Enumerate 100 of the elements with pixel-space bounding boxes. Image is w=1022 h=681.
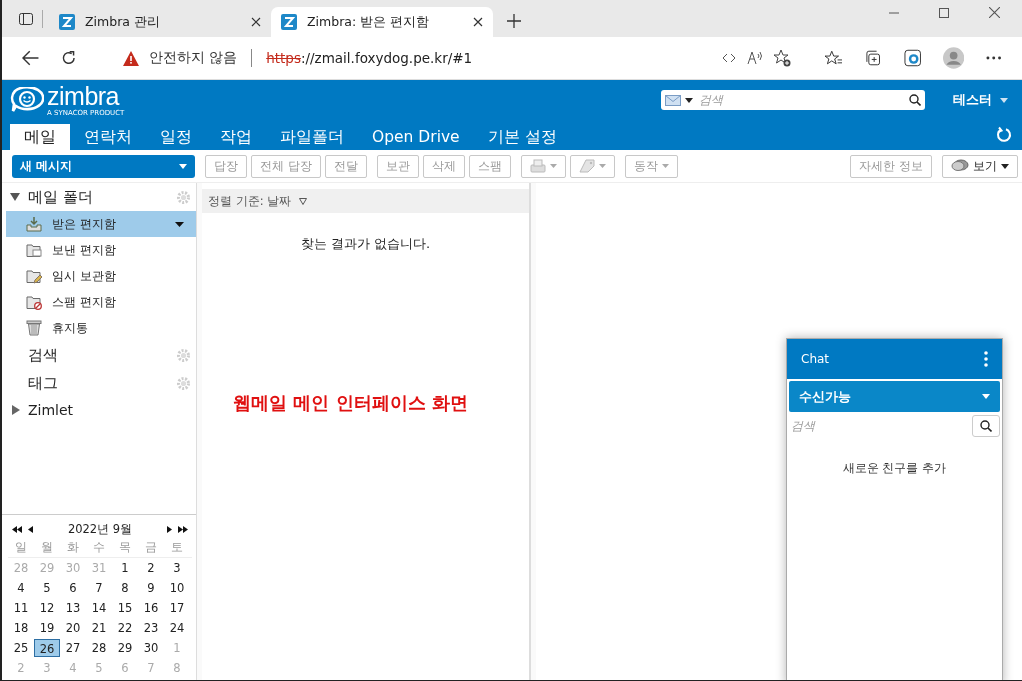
back-icon[interactable] <box>22 50 40 66</box>
expanded-triangle-icon[interactable] <box>10 192 20 202</box>
weekday-label: 일 <box>14 539 28 555</box>
search-field[interactable]: 검색 <box>661 90 925 110</box>
add-friend-link[interactable]: 새로운 친구를 추가 <box>842 460 947 477</box>
view-menu-button[interactable]: 보기 <box>942 154 1018 178</box>
folder-item[interactable]: 보낸 편지함 <box>6 237 196 263</box>
collections-icon[interactable] <box>864 49 882 67</box>
calendar-day[interactable]: 18 <box>8 619 34 637</box>
search-icon[interactable] <box>909 94 921 106</box>
calendar-day[interactable]: 7 <box>86 579 112 597</box>
calendar-day[interactable]: 25 <box>8 639 34 657</box>
status-dropdown[interactable]: 수신가능 <box>789 381 1000 412</box>
calendar-day[interactable]: 16 <box>138 599 164 617</box>
calendar-day[interactable]: 9 <box>138 579 164 597</box>
sort-label[interactable]: 정렬 기준: 날짜 <box>208 193 292 209</box>
folder-item[interactable]: 휴지통 <box>6 315 196 341</box>
profile-avatar-icon[interactable] <box>943 47 965 69</box>
calendar-day[interactable]: 23 <box>138 619 164 637</box>
nav-tab[interactable]: 파일폴더 <box>266 124 358 150</box>
calendar-day[interactable]: 30 <box>138 639 164 657</box>
section-heading[interactable]: 태그 <box>28 373 58 393</box>
nav-tab[interactable]: Open Drive <box>358 124 474 150</box>
nav-tab[interactable]: 연락처 <box>70 124 146 150</box>
calendar-day[interactable]: 26 <box>34 639 60 657</box>
new-tab-icon[interactable] <box>507 14 521 28</box>
tag-icon <box>578 159 595 173</box>
weekday-label: 금 <box>144 539 158 555</box>
calendar-day[interactable]: 5 <box>34 579 60 597</box>
caret-icon <box>598 164 606 168</box>
calendar-day[interactable]: 4 <box>8 579 34 597</box>
calendar-day[interactable]: 29 <box>112 639 138 657</box>
section-heading[interactable]: Zimlet <box>28 402 74 418</box>
tab-actions-icon[interactable] <box>18 11 34 27</box>
star-add-icon[interactable] <box>772 49 791 67</box>
user-menu[interactable]: 테스터 <box>947 91 1014 109</box>
calendar-day[interactable]: 1 <box>112 559 138 577</box>
search-button[interactable] <box>972 415 1000 437</box>
calendar-day[interactable]: 2 <box>138 559 164 577</box>
envelope-icon <box>665 94 681 106</box>
calendar-day[interactable]: 17 <box>164 599 190 617</box>
nav-tab[interactable]: 일정 <box>146 124 206 150</box>
calendar-day[interactable]: 27 <box>60 639 86 657</box>
caret-icon <box>1000 97 1008 103</box>
calendar-day[interactable]: 19 <box>34 619 60 637</box>
calendar-day[interactable]: 8 <box>112 579 138 597</box>
new-message-button[interactable]: 새 메시지 <box>12 154 195 178</box>
weekday-label: 목 <box>118 539 132 555</box>
browser-tab[interactable]: Zimbra 관리 <box>49 7 271 37</box>
calendar-day[interactable]: 15 <box>112 599 138 617</box>
calendar-day[interactable]: 12 <box>34 599 60 617</box>
folder-name: 받은 편지함 <box>52 215 116 233</box>
caret-icon[interactable] <box>175 221 184 227</box>
read-aloud-icon[interactable] <box>746 51 763 65</box>
caret-icon[interactable] <box>685 97 693 103</box>
calendar-day[interactable]: 22 <box>112 619 138 637</box>
favorites-icon[interactable] <box>824 50 843 66</box>
calendar-day[interactable]: 11 <box>8 599 34 617</box>
empty-message: 찾는 결과가 없습니다. <box>300 235 431 253</box>
section-heading[interactable]: 메일 폴더 <box>28 187 93 207</box>
close-icon[interactable] <box>251 17 261 27</box>
previous-month-icon[interactable] <box>28 525 33 533</box>
folder-name: 임시 보관함 <box>52 267 116 285</box>
browser-tab[interactable]: Zimbra: 받은 편지함 <box>271 7 493 37</box>
calendar-day[interactable]: 3 <box>164 559 190 577</box>
previous-year-icon[interactable] <box>12 525 22 533</box>
caret-icon <box>661 164 669 168</box>
calendar-day[interactable]: 13 <box>60 599 86 617</box>
section-heading[interactable]: 검색 <box>28 345 58 365</box>
close-icon[interactable] <box>989 7 1000 18</box>
sort-arrow-icon[interactable] <box>299 197 308 205</box>
next-year-icon[interactable] <box>178 525 188 533</box>
logo-wordmark: zimbra <box>47 83 121 109</box>
folder-item[interactable]: 임시 보관함 <box>6 263 196 289</box>
calendar-day[interactable]: 21 <box>86 619 112 637</box>
more-icon[interactable] <box>986 56 1002 60</box>
folder-name: 스팸 편지함 <box>52 293 116 311</box>
url-text: https://zmail.foxydog.pe.kr/#1 <box>266 50 473 66</box>
folder-pencil-icon <box>26 268 42 284</box>
weekday-label: 수 <box>92 539 106 555</box>
calendar-day[interactable]: 6 <box>60 579 86 597</box>
collapsed-triangle-icon[interactable] <box>12 405 20 415</box>
calendar-day[interactable]: 10 <box>164 579 190 597</box>
folder-item[interactable]: 스팸 편지함 <box>6 289 196 315</box>
folder-item[interactable]: 받은 편지함 <box>6 211 196 237</box>
calendar-day[interactable]: 24 <box>164 619 190 637</box>
nav-tab[interactable]: 메일 <box>10 124 70 150</box>
close-icon[interactable] <box>473 17 483 27</box>
calendar-day[interactable]: 28 <box>86 639 112 657</box>
nav-tab[interactable]: 작업 <box>206 124 266 150</box>
weekday-label: 토 <box>170 539 184 555</box>
refresh-icon[interactable] <box>996 126 1012 143</box>
calendar-day[interactable]: 14 <box>86 599 112 617</box>
reload-icon[interactable] <box>61 50 77 66</box>
maximize-icon[interactable] <box>939 8 949 18</box>
nav-tab[interactable]: 기본 설정 <box>473 124 571 150</box>
browser-extension-icon[interactable] <box>903 49 922 67</box>
chat-title: Chat <box>801 352 830 366</box>
calendar-day[interactable]: 20 <box>60 619 86 637</box>
next-month-icon[interactable] <box>167 525 172 533</box>
